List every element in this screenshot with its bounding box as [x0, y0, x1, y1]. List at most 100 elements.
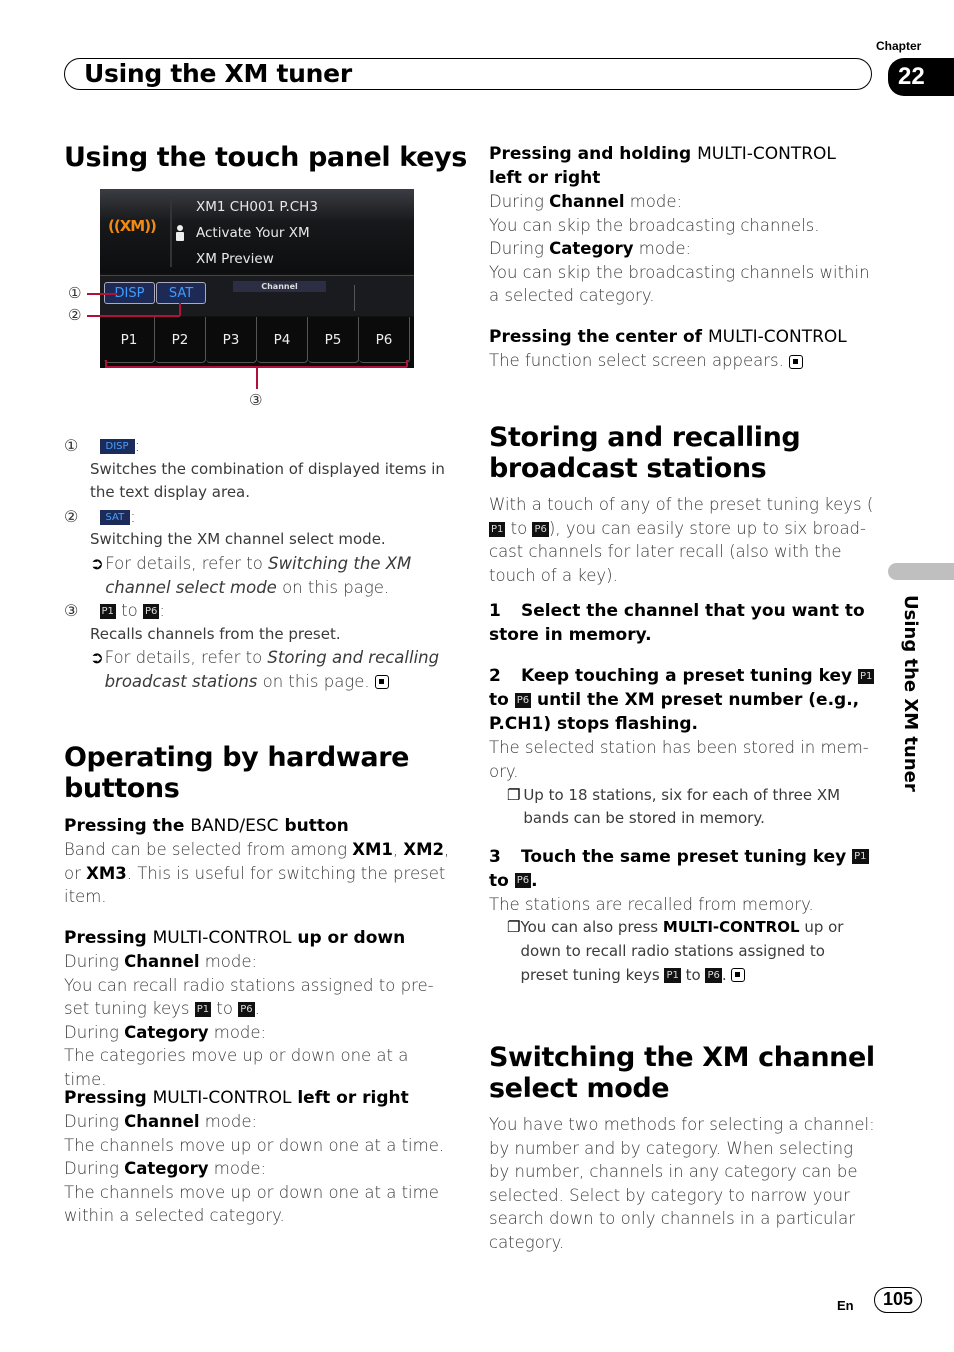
title-part: up or down — [291, 928, 406, 948]
center-section: Pressing the center of MULTI-CONTROL The… — [489, 325, 879, 373]
side-tab-label: Using the XM tuner — [900, 595, 921, 792]
ref-prefix: For details, refer to — [104, 648, 268, 668]
subheading-band-esc: Pressing the BAND/ESC button — [64, 814, 454, 838]
callout-3: ③ — [249, 391, 263, 409]
language-label: En — [837, 1298, 854, 1313]
category-mode-desc: The categories move up or down one at a … — [64, 1046, 409, 1089]
subheading-hold: Pressing and holding MULTI-CONTROL left o… — [489, 142, 879, 190]
p1-key-icon: P1 — [852, 849, 869, 865]
channel-mode-label: During Channel mode: — [64, 1110, 454, 1134]
ref-prefix: For details, refer to — [105, 553, 269, 573]
callout-line-3 — [256, 367, 258, 389]
preset-key-p5[interactable]: P5 — [308, 317, 359, 363]
chapter-number: 22 — [888, 58, 954, 96]
heading-switching: Switching the XM channel select mode — [489, 1042, 875, 1104]
category-mode-label: During Category mode: — [64, 1157, 454, 1181]
title-part: Pressing the center of — [489, 327, 708, 347]
mode-label: Channel — [233, 281, 326, 292]
p6-key-icon: P6 — [532, 521, 549, 537]
band-xm3: XM3 — [86, 863, 127, 883]
title-part: BAND/ESC — [190, 816, 279, 836]
title-part: button — [278, 816, 349, 836]
item-number: ③ — [64, 601, 79, 621]
preset-key-p3[interactable]: P3 — [206, 317, 257, 363]
text: Channel — [549, 192, 625, 211]
text: The function select screen appears. — [489, 351, 784, 370]
hold-section: Pressing and holding MULTI-CONTROL left o… — [489, 142, 879, 308]
person-icon — [176, 225, 184, 241]
text: Channel — [124, 1112, 200, 1131]
chapter-label: Chapter — [876, 39, 922, 53]
legend-item-3: ③ P1 to P6: — [64, 599, 454, 623]
reference-arrow-icon: ➲ — [90, 648, 104, 668]
text: You can also press — [520, 918, 663, 937]
ref-suffix: on this page. — [276, 577, 390, 597]
p6-key-icon: P6 — [705, 967, 722, 983]
p1-key-icon: P1 — [489, 521, 506, 537]
text: During — [64, 952, 125, 971]
text: During — [64, 1112, 125, 1131]
leftright-section: Pressing MULTI-CONTROL left or right Dur… — [64, 1086, 454, 1228]
item-number: ① — [64, 436, 79, 455]
text: During — [489, 239, 550, 259]
band-desc: Band can be selected from among XM1, XM2… — [64, 838, 454, 909]
updown-section: Pressing MULTI-CONTROL up or down During… — [64, 926, 454, 1092]
item-1-desc: Switches the combination of displayed it… — [90, 459, 445, 502]
p1-key-icon: P1 — [194, 1002, 212, 1018]
text: Band can be selected from among — [64, 840, 353, 859]
step-1: 1 Select the channel that you want to sto… — [489, 599, 877, 647]
reference-arrow-icon: ➲ — [90, 553, 104, 573]
step-text: until the XM preset number (e.g., P.CH1)… — [489, 690, 860, 735]
channel-mode-label: During Channel mode: — [489, 190, 879, 214]
page-title: Using the XM tuner — [84, 59, 352, 88]
text: to — [489, 690, 509, 711]
category-mode-label: During Category mode: — [64, 1021, 454, 1045]
legend-item-2: ② SAT: — [64, 505, 454, 529]
text: to — [211, 999, 239, 1019]
preset-key-p6[interactable]: P6 — [359, 317, 410, 363]
sat-button[interactable]: SAT — [156, 282, 206, 304]
text: During — [489, 192, 550, 211]
step-3-desc: The stations are recalled from memory. — [489, 894, 814, 914]
title-part: Pressing — [64, 928, 153, 948]
channel-mode-label: During Channel mode: — [64, 950, 454, 974]
text: . — [254, 999, 260, 1019]
end-mark-icon — [789, 354, 804, 369]
text: to — [510, 518, 528, 538]
item-3-desc: Recalls channels from the preset. — [90, 624, 341, 643]
title-part: MULTI-CONTROL — [707, 327, 847, 347]
center-desc: The function select screen appears. — [489, 349, 879, 373]
p1-key-icon: P1 — [99, 604, 116, 620]
page-number: 105 — [874, 1287, 922, 1313]
legend-item-1: ① DISP: — [64, 434, 454, 458]
preset-key-p4[interactable]: P4 — [257, 317, 308, 363]
step-text: Touch the same preset tuning key — [521, 846, 853, 867]
title-part: Pressing — [64, 1088, 153, 1108]
title-part: MULTI-CONTROL — [697, 144, 836, 164]
category-mode-desc: You can skip the broadcasting channels w… — [489, 262, 870, 306]
text: Channel — [124, 952, 200, 971]
subheading-updown: Pressing MULTI-CONTROL up or down — [64, 926, 454, 950]
screen-title-line: XM Preview — [196, 251, 274, 267]
band-section: Pressing the BAND/ESC button Band can be… — [64, 814, 454, 909]
to-text: to — [121, 601, 138, 621]
category-mode-desc: The channels move up or down one at a ti… — [64, 1182, 439, 1226]
preset-key-p1[interactable]: P1 — [104, 317, 155, 363]
item-2-desc: Switching the XM channel select mode. — [90, 530, 386, 549]
step-text: Keep touching a preset tuning key — [521, 666, 859, 687]
text: mode: — [624, 192, 683, 211]
end-mark-icon — [731, 968, 746, 983]
callout-2: ② — [68, 306, 82, 324]
preset-key-p2[interactable]: P2 — [155, 317, 206, 363]
xm-logo-icon: ((XM)) — [108, 217, 157, 235]
p6-key-icon: P6 — [142, 604, 160, 620]
title-part: left or right — [291, 1088, 409, 1108]
callout-line-1 — [87, 293, 117, 295]
title-part: MULTI-CONTROL — [152, 1088, 292, 1108]
note-icon: ❐ — [507, 918, 521, 937]
item-number: ② — [64, 506, 79, 526]
p6-key-icon: P6 — [514, 692, 532, 708]
item-2-reference: ➲ For details, refer to Switching the XM… — [64, 552, 454, 599]
step-number: 3 — [489, 846, 501, 867]
text: With a touch of any of the preset tuning… — [489, 495, 874, 514]
